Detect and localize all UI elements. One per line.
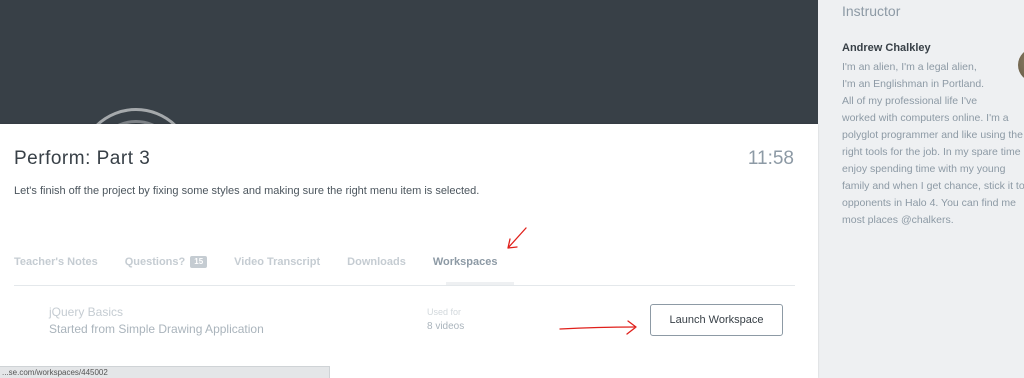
tab-workspaces[interactable]: Workspaces bbox=[433, 255, 498, 269]
bio-line: I'm an alien, I'm a legal alien, bbox=[842, 61, 977, 73]
active-tab-indicator bbox=[446, 282, 514, 285]
lesson-title: Perform: Part 3 bbox=[14, 148, 151, 169]
used-for-label: Used for bbox=[427, 307, 462, 317]
workspace-subtitle: Started from Simple Drawing Application bbox=[49, 322, 264, 336]
bio-line: All of my professional life I've bbox=[842, 95, 978, 107]
bio-line: opponents in Halo 4. You can find me bbox=[842, 197, 1016, 209]
tab-video-transcript[interactable]: Video Transcript bbox=[234, 255, 320, 269]
tab-label: Teacher's Notes bbox=[14, 256, 98, 268]
tab-teachers-notes[interactable]: Teacher's Notes bbox=[14, 255, 98, 269]
used-for-value: 8 videos bbox=[427, 321, 465, 332]
bio-line: most places @chalkers. bbox=[842, 214, 954, 226]
lesson-description: Let's finish off the project by fixing s… bbox=[14, 185, 480, 197]
questions-count-badge: 15 bbox=[190, 256, 208, 268]
lesson-card: Perform: Part 3 11:58 Let's finish off t… bbox=[0, 124, 818, 378]
tab-questions[interactable]: Questions? 15 bbox=[124, 255, 208, 269]
tab-label: Video Transcript bbox=[234, 256, 321, 268]
lesson-tabs: Teacher's Notes Questions? 15 Video Tran… bbox=[14, 255, 524, 269]
workspace-name[interactable]: jQuery Basics bbox=[49, 305, 123, 319]
bio-line: enjoy spending time with my young bbox=[842, 163, 1006, 175]
tabs-divider bbox=[14, 285, 795, 286]
lesson-duration: 11:58 bbox=[747, 148, 794, 169]
bio-line: right tools for the job. In my spare tim… bbox=[842, 146, 1024, 158]
bio-line: polyglot programmer and like using the bbox=[842, 129, 1023, 141]
bio-line: family and when I get chance, stick it t… bbox=[842, 180, 1024, 192]
bio-line: worked with computers online. I'm a bbox=[842, 112, 1009, 124]
tab-label: Downloads bbox=[347, 256, 406, 268]
tab-downloads[interactable]: Downloads bbox=[347, 255, 406, 269]
launch-workspace-button[interactable]: Launch Workspace bbox=[650, 304, 783, 336]
instructor-bio: I'm an alien, I'm a legal alien, I'm an … bbox=[842, 59, 1024, 229]
sidebar-heading: Instructor bbox=[842, 3, 901, 19]
tab-label: Workspaces bbox=[432, 256, 498, 268]
instructor-name[interactable]: Andrew Chalkley bbox=[842, 42, 931, 54]
bio-line: I'm an Englishman in Portland. bbox=[842, 78, 985, 90]
video-player[interactable] bbox=[0, 0, 818, 126]
status-bar-url: ...se.com/workspaces/445002 bbox=[0, 366, 330, 378]
tab-label: Questions? bbox=[124, 256, 186, 268]
